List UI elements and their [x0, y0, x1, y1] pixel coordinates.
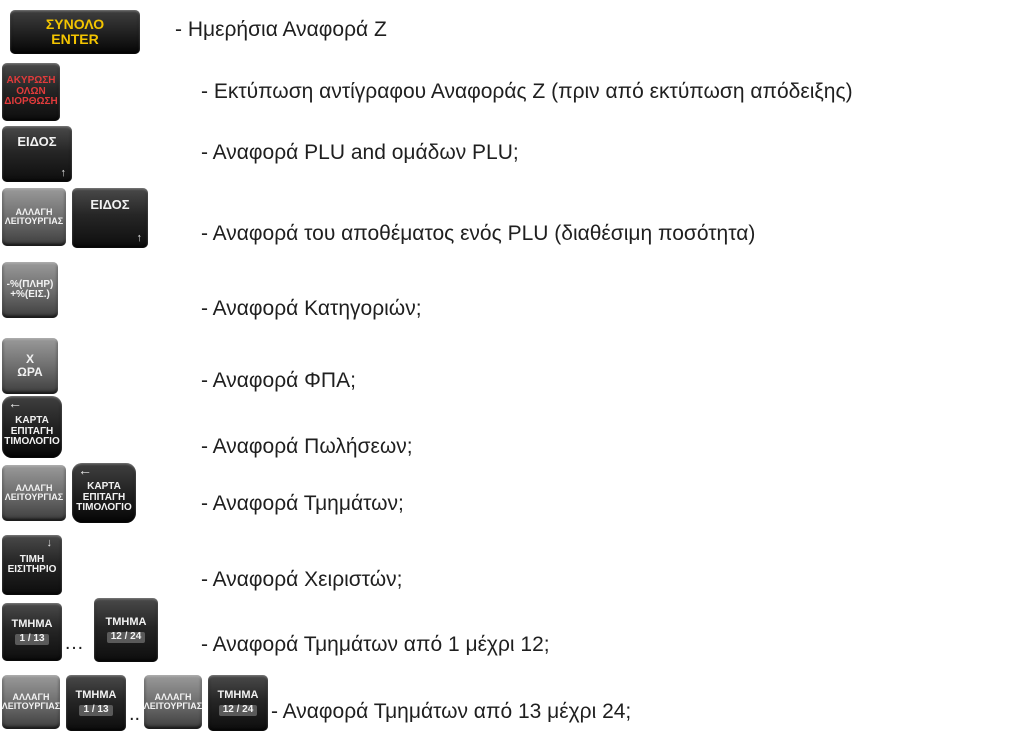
card-check-invoice-key: ← ΚΑΡΤΑ ΕΠΙΤΑΓΗ ΤΙΜΟΛΟΓΙΟ — [72, 463, 136, 523]
key-label: ΕΙΔΟΣ — [90, 197, 130, 212]
mode-change-key: ΑΛΛΑΓΗ ΛΕΙΤΟΥΡΓΙΑΣ — [2, 465, 66, 521]
mode-change-key: ΑΛΛΑΓΗ ΛΕΙΤΟΥΡΓΙΑΣ — [2, 188, 66, 246]
key-label: 1 / 13 — [15, 634, 49, 645]
arrow-up-icon: ↑ — [60, 167, 67, 180]
key-label: ΤΜΗΜΑ — [217, 689, 259, 702]
description-departments-1-12: - Αναφορά Τμημάτων από 1 μέχρι 12; — [201, 633, 550, 656]
key-label: ΔΙΟΡΘΩΣΗ — [4, 96, 58, 108]
item-key: ΕΙΔΟΣ ↑ — [2, 126, 72, 182]
key-label: +%(ΕΙΣ.) — [10, 289, 50, 300]
key-label: ΛΕΙΤΟΥΡΓΙΑΣ — [4, 216, 64, 226]
key-label: ENTER — [51, 31, 99, 47]
description-departments-13-24: - Αναφορά Τμημάτων από 13 μέχρι 24; — [271, 700, 632, 723]
key-label: ΤΜΗΜΑ — [11, 618, 53, 631]
arrow-left-icon: ← — [78, 463, 92, 478]
department-1-13-key: ΤΜΗΜΑ 1 / 13 — [66, 675, 126, 731]
key-label: 12 / 24 — [106, 632, 146, 643]
percent-key: -%(ΠΛΗΡ) +%(ΕΙΣ.) — [2, 262, 58, 318]
key-label: ΕΙΣΙΤΗΡΙΟ — [7, 564, 57, 575]
key-label: ΤΜΗΜΑ — [105, 616, 147, 629]
key-label: ΤΜΗΜΑ — [75, 689, 117, 702]
arrow-left-icon: ← — [8, 396, 22, 411]
key-label: ΤΙΜΟΛΟΓΙΟ — [4, 436, 60, 448]
arrow-up-icon: ↑ — [136, 232, 143, 245]
key-label: 1 / 13 — [79, 705, 113, 716]
key-label: ΛΕΙΤΟΥΡΓΙΑΣ — [2, 701, 60, 711]
description-z-copy: - Εκτύπωση αντίγραφου Αναφοράς Ζ (πριν α… — [201, 80, 853, 103]
item-key: ΕΙΔΟΣ ↑ — [72, 188, 148, 248]
description-vat: - Αναφορά ΦΠΑ; — [201, 369, 356, 392]
key-label: ΩΡΑ — [17, 365, 43, 379]
department-12-24-key: ΤΜΗΜΑ 12 / 24 — [94, 598, 158, 662]
description-plu-report: - Αναφορά PLU and ομάδων PLU; — [201, 141, 519, 164]
key-label: 12 / 24 — [218, 705, 258, 716]
key-label: ΕΙΔΟΣ — [17, 134, 57, 149]
department-12-24-key: ΤΜΗΜΑ 12 / 24 — [208, 675, 268, 731]
description-operators: - Αναφορά Χειριστών; — [201, 568, 403, 591]
mode-change-key: ΑΛΛΑΓΗ ΛΕΙΤΟΥΡΓΙΑΣ — [2, 675, 60, 729]
description-z-report: - Ημερήσια Αναφορά Ζ — [175, 18, 387, 41]
ellipsis-separator: .. — [129, 703, 141, 725]
key-label: ΛΕΙΤΟΥΡΓΙΑΣ — [144, 701, 202, 711]
void-all-correction-key: ΑΚΥΡΩΣΗ ΟΛΩΝ ΔΙΟΡΘΩΣΗ — [2, 63, 60, 121]
key-label: ΣΥΝΟΛΟ — [45, 16, 105, 33]
price-ticket-key: ΤΙΜΗ ↓ ΕΙΣΙΤΗΡΙΟ — [2, 535, 62, 595]
description-plu-stock: - Αναφορά του αποθέματος ενός PLU (διαθέ… — [201, 222, 756, 245]
x-time-key: X ΩΡΑ — [2, 338, 58, 394]
mode-change-key: ΑΛΛΑΓΗ ΛΕΙΤΟΥΡΓΙΑΣ — [144, 675, 202, 729]
description-categories: - Αναφορά Κατηγοριών; — [201, 297, 422, 320]
department-1-13-key: ΤΜΗΜΑ 1 / 13 — [2, 603, 62, 661]
key-label: ΤΙΜΟΛΟΓΙΟ — [76, 502, 132, 514]
arrow-down-icon: ↓ — [46, 537, 53, 549]
description-departments: - Αναφορά Τμημάτων; — [201, 492, 404, 515]
key-label: ΛΕΙΤΟΥΡΓΙΑΣ — [4, 492, 64, 502]
card-check-invoice-key: ← ΚΑΡΤΑ ΕΠΙΤΑΓΗ ΤΙΜΟΛΟΓΙΟ — [2, 396, 62, 458]
total-enter-key: ΣΥΝΟΛΟ ENTER — [10, 10, 140, 54]
ellipsis-separator: … — [64, 632, 84, 654]
description-sales: - Αναφορά Πωλήσεων; — [201, 435, 413, 458]
